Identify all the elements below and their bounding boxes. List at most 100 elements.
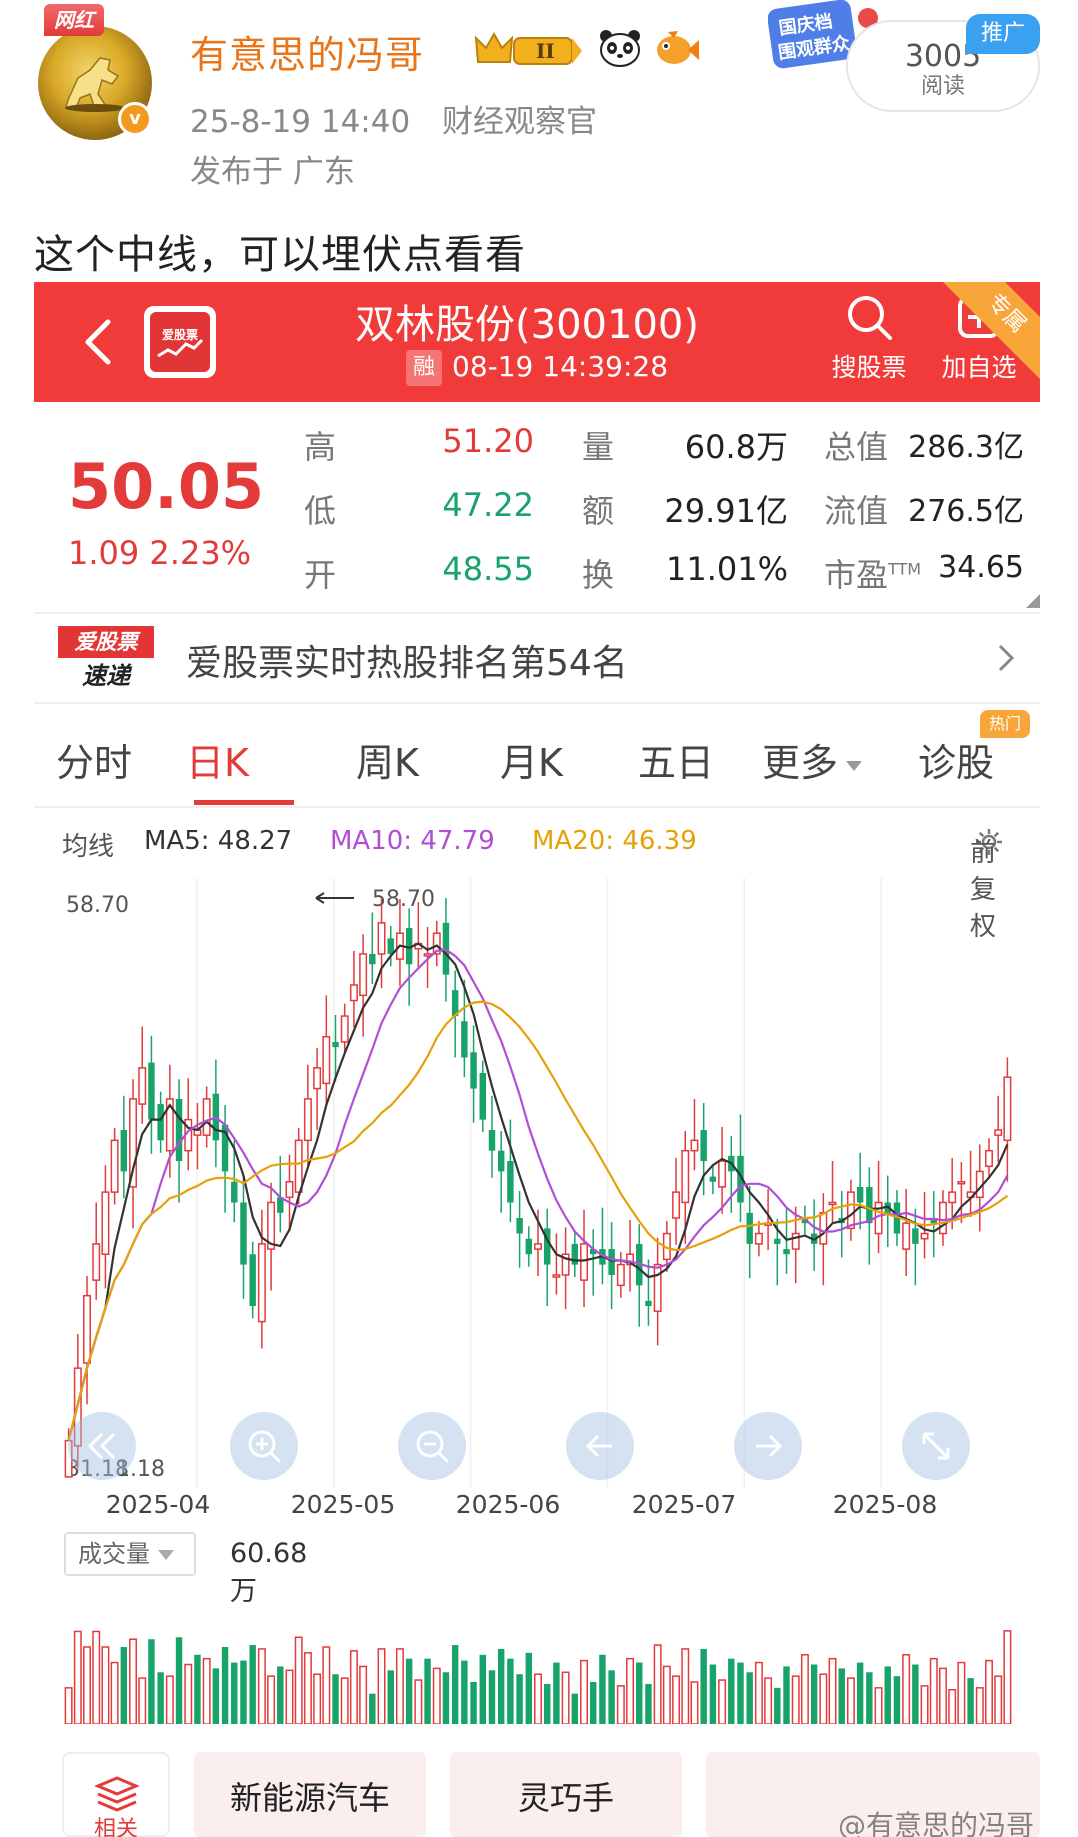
- rewind-button[interactable]: [68, 1412, 136, 1480]
- zoom-out-button[interactable]: [398, 1412, 466, 1480]
- search-stock-button[interactable]: 搜股票: [824, 292, 914, 384]
- expand-corner-icon[interactable]: [1026, 594, 1040, 608]
- search-icon: [848, 296, 892, 340]
- volume-bar: [202, 1657, 211, 1724]
- volume-value: 60.8万: [684, 428, 788, 466]
- volume-bar: [138, 1677, 147, 1724]
- hot-rank-banner[interactable]: 爱股票 速递 爱股票实时热股排名第54名: [34, 612, 1040, 704]
- volume-bar: [662, 1665, 671, 1724]
- open-label: 开: [304, 556, 337, 594]
- volume-bar: [561, 1671, 570, 1724]
- level-badge-text: II: [536, 39, 555, 63]
- scroll-left-button[interactable]: [566, 1412, 634, 1480]
- tab-five-day[interactable]: 五日: [638, 732, 714, 787]
- candle-body: [461, 1021, 468, 1058]
- candle-body: [313, 1067, 322, 1090]
- quote-row-high: 高 51.20 量 60.8万 总值 286.3亿: [304, 422, 1034, 478]
- tab-monthly-k[interactable]: 月K: [500, 732, 563, 787]
- scroll-right-button[interactable]: [734, 1412, 802, 1480]
- tab-more[interactable]: 更多: [762, 732, 863, 787]
- volume-bar: [902, 1654, 911, 1724]
- candle-body: [985, 1149, 993, 1167]
- volume-bar: [728, 1658, 735, 1724]
- volume-bar: [249, 1645, 256, 1724]
- candle-body: [470, 1052, 477, 1089]
- tab-daily-k[interactable]: 日K: [186, 732, 249, 787]
- candle-body: [138, 1067, 147, 1105]
- volume-bar: [92, 1630, 101, 1724]
- volume-indicator-select[interactable]: 成交量: [64, 1532, 196, 1576]
- volume-bar: [395, 1648, 404, 1724]
- volume-indicator-label: 成交量: [78, 1540, 150, 1568]
- volume-bar: [369, 1693, 376, 1724]
- volume-chart[interactable]: [60, 1584, 1018, 1724]
- fullscreen-button[interactable]: [902, 1412, 970, 1480]
- candle-body: [175, 1098, 183, 1162]
- candle-body: [681, 1149, 690, 1204]
- volume-bar: [994, 1675, 1003, 1724]
- candle-body: [110, 1139, 119, 1193]
- candle-body: [249, 1254, 256, 1307]
- read-label: 阅读: [920, 74, 965, 99]
- volume-bar: [626, 1657, 635, 1724]
- related-button[interactable]: 相关: [62, 1752, 170, 1837]
- ma20-value: MA20: 46.39: [532, 826, 697, 856]
- volume-bar: [580, 1659, 588, 1724]
- post-location: 发布于 广东: [190, 154, 355, 190]
- volume-bar: [432, 1667, 441, 1724]
- stock-header-bar: 爱股票 双林股份(300100) 融 08-19 14:39:28 搜股票 加自选…: [34, 282, 1040, 402]
- candle-body: [285, 1181, 294, 1199]
- volume-bar: [175, 1637, 183, 1724]
- volume-bar: [810, 1664, 818, 1724]
- volume-bar: [525, 1652, 533, 1724]
- volume-bar: [764, 1677, 773, 1724]
- post-source[interactable]: 财经观察官: [442, 104, 597, 140]
- username[interactable]: 有意思的冯哥: [190, 24, 424, 79]
- candle-body: [534, 1243, 542, 1250]
- volume-bar: [73, 1630, 82, 1724]
- dropdown-caret-icon: [846, 760, 863, 771]
- candle-body: [349, 984, 358, 1002]
- candle-body: [700, 1129, 707, 1162]
- hot-rank-text: 爱股票实时热股排名第54名: [186, 643, 628, 684]
- quote-row-open: 开 48.55 换 11.01% 市盈TTM 34.65: [304, 550, 1034, 606]
- volume-bar: [359, 1665, 368, 1724]
- amount-label: 额: [582, 492, 615, 530]
- volume-bar: [340, 1677, 349, 1724]
- volume-bar: [1003, 1630, 1012, 1724]
- tab-diagnose[interactable]: 诊股: [918, 732, 994, 787]
- volume-bar: [184, 1663, 193, 1724]
- volume-bar: [681, 1648, 690, 1724]
- volume-bar: [783, 1666, 790, 1724]
- arrow-right-icon: [756, 1434, 783, 1458]
- concept-card-dexterous-hand[interactable]: 灵巧手: [450, 1752, 682, 1837]
- kline-chart[interactable]: 58.70 31.18 1.18 58.70: [60, 878, 1018, 1488]
- candle-body: [322, 1036, 331, 1085]
- volume-bar: [516, 1674, 523, 1724]
- candle-body: [497, 1150, 505, 1172]
- volume-bar: [975, 1687, 984, 1724]
- candle-body: [828, 1201, 837, 1206]
- volume-bar: [819, 1673, 828, 1724]
- concept-card-ev[interactable]: 新能源汽车: [194, 1752, 426, 1837]
- volume-bar: [653, 1644, 662, 1724]
- volume-bar: [303, 1652, 312, 1724]
- active-tab-underline: [194, 800, 294, 805]
- candle-body: [718, 1160, 727, 1188]
- x-tick: 2025-08: [832, 1490, 938, 1519]
- volume-bar: [543, 1683, 551, 1724]
- candle-body: [948, 1191, 957, 1204]
- stock-time: 08-19 14:39:28: [452, 350, 669, 383]
- candle-body: [819, 1212, 828, 1245]
- candle-body: [303, 1098, 312, 1142]
- candle-body: [580, 1243, 588, 1281]
- tab-weekly-k[interactable]: 周K: [356, 732, 419, 787]
- volume-bar: [718, 1679, 727, 1724]
- tab-intraday[interactable]: 分时: [56, 732, 132, 787]
- volume-bar: [893, 1676, 901, 1724]
- x-tick: 2025-04: [105, 1490, 211, 1519]
- volume-bar: [377, 1648, 386, 1724]
- adjustment-button[interactable]: 前复权: [970, 826, 1004, 942]
- volume-bar: [294, 1636, 303, 1724]
- zoom-in-button[interactable]: [230, 1412, 298, 1480]
